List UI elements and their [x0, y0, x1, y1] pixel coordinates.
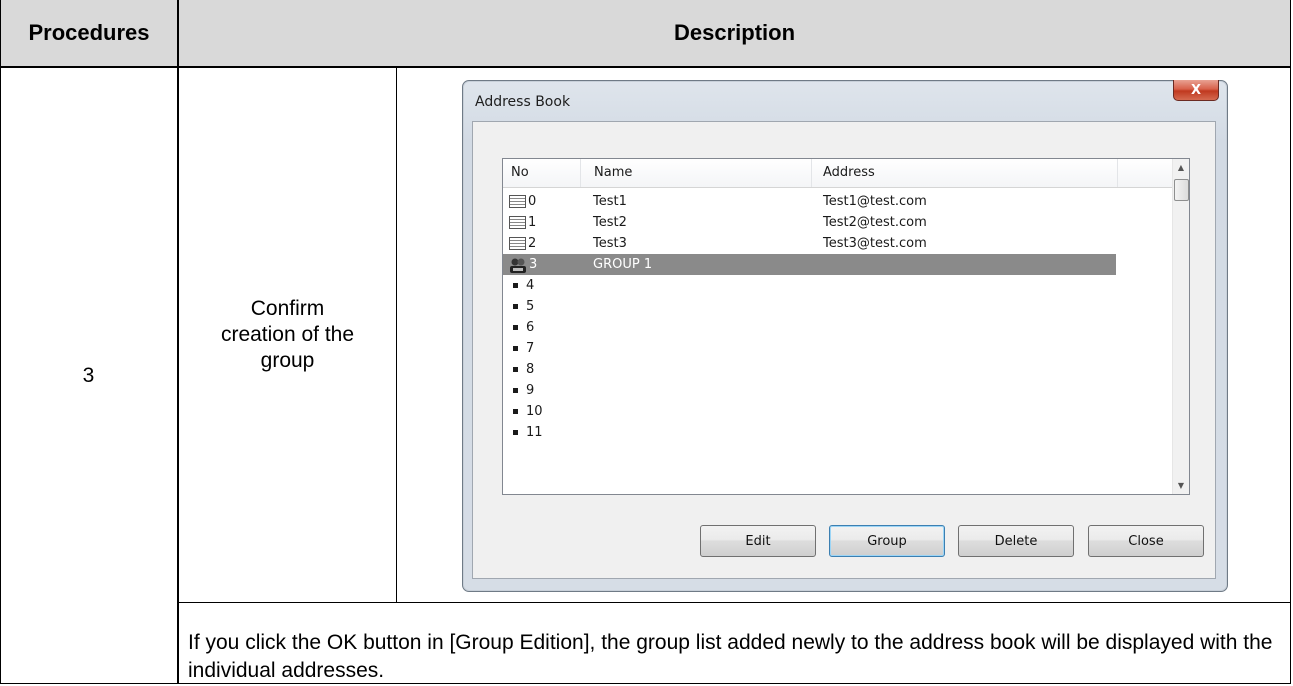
bullet-icon: [513, 367, 518, 372]
address-book-dialog: Address Book X No Name Address 0 Test1 Tes…: [462, 80, 1228, 592]
dialog-client-area: No Name Address 0 Test1 Test1@test.com 1 Tes…: [472, 121, 1216, 579]
address-card-icon: [509, 237, 526, 250]
group-button[interactable]: Group: [829, 525, 945, 557]
list-item-number: 7: [526, 341, 535, 356]
list-item-name: Test2: [593, 215, 627, 230]
list-item-address: Test1@test.com: [823, 194, 927, 209]
address-card-icon: [509, 195, 526, 208]
list-item-no: 10: [509, 401, 543, 422]
list-item-number: 8: [526, 362, 535, 377]
column-header-name[interactable]: Name: [581, 159, 812, 187]
list-item[interactable]: 8: [503, 359, 1172, 380]
column-header-no[interactable]: No: [503, 159, 581, 187]
list-header: No Name Address: [503, 159, 1172, 188]
bullet-icon: [513, 325, 518, 330]
delete-button[interactable]: Delete: [958, 525, 1074, 557]
list-item-name: Test3: [593, 236, 627, 251]
close-icon: X: [1190, 82, 1202, 98]
header-procedures-label: Procedures: [28, 20, 150, 45]
list-item-name: GROUP 1: [593, 257, 653, 272]
list-item[interactable]: 5: [503, 296, 1172, 317]
list-item-name: Test1: [593, 194, 627, 209]
edit-button[interactable]: Edit: [700, 525, 816, 557]
list-item[interactable]: 10: [503, 401, 1172, 422]
list-item-number: 0: [528, 194, 537, 209]
list-item-number: 3: [529, 257, 538, 272]
address-card-icon: [509, 216, 526, 229]
note-divider: [178, 602, 1291, 603]
bullet-icon: [513, 388, 518, 393]
list-item-no: 3: [509, 254, 537, 275]
header-procedures: Procedures: [1, 0, 177, 66]
column-divider-2: [396, 67, 397, 602]
list-item-number: 6: [526, 320, 535, 335]
list-item-number: 9: [526, 383, 535, 398]
list-item-no: 2: [509, 233, 536, 254]
list-item-number: 5: [526, 299, 535, 314]
list-item-number: 1: [528, 215, 537, 230]
bullet-icon: [513, 304, 518, 309]
list-item[interactable]: 9: [503, 380, 1172, 401]
list-item-address: Test3@test.com: [823, 236, 927, 251]
scroll-up-icon[interactable]: ▲: [1173, 159, 1189, 176]
list-item[interactable]: 11: [503, 422, 1172, 443]
list-rows: 0 Test1 Test1@test.com 1 Test2 Test2@test.com…: [503, 191, 1172, 443]
group-icon: [509, 257, 527, 273]
scroll-down-icon[interactable]: ▼: [1173, 477, 1189, 494]
list-item-no: 0: [509, 191, 536, 212]
scroll-thumb[interactable]: [1174, 179, 1189, 201]
step-number: 3: [0, 67, 177, 684]
list-item-no: 11: [509, 422, 543, 443]
list-item-no: 6: [509, 317, 534, 338]
bullet-icon: [513, 346, 518, 351]
list-item-number: 11: [526, 425, 543, 440]
list-item-address: Test2@test.com: [823, 215, 927, 230]
dialog-title: Address Book: [475, 94, 571, 110]
list-item[interactable]: 2 Test3 Test3@test.com: [503, 233, 1172, 254]
list-item[interactable]: 4: [503, 275, 1172, 296]
list-item[interactable]: 3 GROUP 1: [503, 254, 1116, 275]
column-header-address[interactable]: Address: [812, 159, 1118, 187]
list-item-no: 1: [509, 212, 536, 233]
list-item-number: 10: [526, 404, 543, 419]
list-item[interactable]: 7: [503, 338, 1172, 359]
header-description: Description: [179, 0, 1290, 66]
step-text-label: Confirm creation of the group: [220, 296, 355, 372]
list-item[interactable]: 1 Test2 Test2@test.com: [503, 212, 1172, 233]
bullet-icon: [513, 283, 518, 288]
step-number-label: 3: [82, 363, 95, 387]
list-item-number: 4: [526, 278, 535, 293]
list-item-no: 5: [509, 296, 534, 317]
address-list[interactable]: No Name Address 0 Test1 Test1@test.com 1 Tes…: [502, 158, 1190, 495]
close-window-button[interactable]: X: [1173, 80, 1219, 101]
step-text: Confirm creation of the group: [179, 67, 396, 602]
list-item-number: 2: [528, 236, 537, 251]
close-button[interactable]: Close: [1088, 525, 1204, 557]
list-item-no: 4: [509, 275, 534, 296]
list-item-no: 7: [509, 338, 534, 359]
bullet-icon: [513, 430, 518, 435]
vertical-scrollbar[interactable]: ▲ ▼: [1172, 159, 1189, 494]
note-text: If you click the OK button in [Group Edi…: [188, 631, 1273, 682]
header-description-label: Description: [673, 20, 796, 45]
bullet-icon: [513, 409, 518, 414]
list-item[interactable]: 0 Test1 Test1@test.com: [503, 191, 1172, 212]
list-item-no: 9: [509, 380, 534, 401]
list-item[interactable]: 6: [503, 317, 1172, 338]
list-item-no: 8: [509, 359, 534, 380]
